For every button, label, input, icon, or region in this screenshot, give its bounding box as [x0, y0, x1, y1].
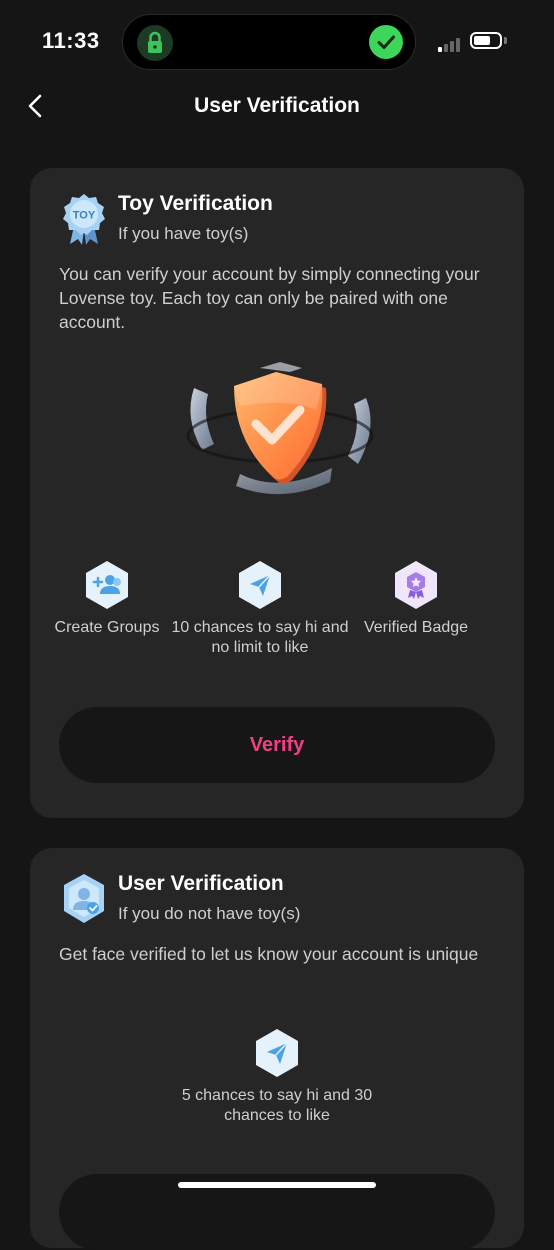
checkmark-icon	[369, 25, 403, 59]
vpn-lock-icon	[137, 25, 173, 61]
card-description: Get face verified to let us know your ac…	[59, 944, 479, 964]
benefit-create-groups: Create Groups	[42, 560, 172, 638]
user-verification-card: User Verification If you do not have toy…	[30, 848, 524, 1250]
verify-button[interactable]: Verify	[59, 707, 495, 783]
card-title: Toy Verification	[118, 192, 273, 215]
benefit-verified-badge: Verified Badge	[348, 560, 484, 638]
toy-verification-card: TOY Toy Verification If you have toy(s) …	[30, 168, 524, 818]
card-description: You can verify your account by simply co…	[59, 264, 480, 332]
page-title: User Verification	[194, 94, 360, 117]
add-group-icon	[83, 560, 131, 610]
card-subtitle: If you do not have toy(s)	[118, 904, 301, 923]
signal-icon	[438, 34, 462, 52]
badge-icon	[392, 560, 440, 610]
toy-icon-text: TOY	[73, 210, 96, 222]
benefit-say-hi: 10 chances to say hi and no limit to lik…	[170, 560, 350, 658]
toy-ribbon-icon: TOY	[60, 192, 108, 246]
card-subtitle: If you have toy(s)	[118, 224, 249, 243]
user-id-icon	[60, 872, 108, 926]
benefit-say-hi-like: 5 chances to say hi and 30 chances to li…	[167, 1028, 387, 1126]
dynamic-island	[122, 14, 416, 70]
verified-shield-illustration	[180, 358, 380, 508]
home-indicator[interactable]	[178, 1182, 376, 1188]
card-title: User Verification	[118, 872, 284, 895]
battery-cap	[504, 37, 507, 44]
send-icon	[236, 560, 284, 610]
benefit-label: Verified Badge	[363, 619, 469, 636]
status-bar: 11:33	[0, 0, 554, 80]
battery-icon	[470, 32, 502, 49]
send-icon	[253, 1028, 301, 1078]
benefit-label: 5 chances to say hi and 30 chances to li…	[181, 1087, 373, 1124]
benefit-label: Create Groups	[54, 619, 160, 636]
benefit-label: 10 chances to say hi and no limit to lik…	[171, 619, 349, 656]
status-time: 11:33	[42, 28, 100, 53]
